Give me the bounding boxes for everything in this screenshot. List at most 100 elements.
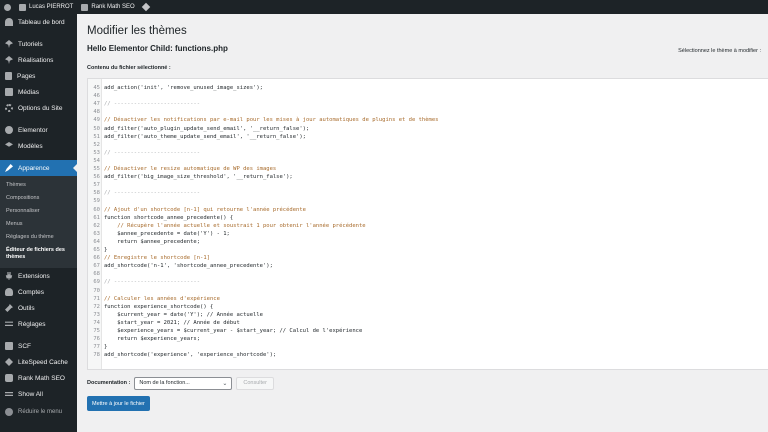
line-number: 65 bbox=[93, 247, 100, 253]
pages-icon bbox=[5, 72, 12, 80]
sidebar-item-label: Rank Math SEO bbox=[18, 374, 65, 382]
submenu-item[interactable]: Menus bbox=[0, 218, 77, 231]
elementor-icon bbox=[5, 126, 13, 134]
page-title: Modifier les thèmes bbox=[87, 25, 187, 37]
site-name-link[interactable]: Lucas PIERROT bbox=[15, 0, 77, 14]
rankmath-label: Rank Math SEO bbox=[91, 4, 135, 10]
code-text: // Désactiver le resize automatique de W… bbox=[104, 166, 277, 172]
code-editor[interactable]: 45 add_action('init', 'remove_unused_imag… bbox=[87, 78, 768, 370]
line-number: 46 bbox=[93, 93, 100, 100]
line-number: 67 bbox=[93, 263, 100, 270]
code-text: // -------------------------- bbox=[104, 101, 201, 108]
paintbrush-icon bbox=[5, 164, 13, 172]
wordpress-icon bbox=[4, 3, 11, 11]
sidebar-item-mod-les[interactable]: Modèles bbox=[0, 138, 77, 154]
admin-bar: Lucas PIERROT Rank Math SEO bbox=[0, 0, 768, 14]
code-text: $experience_years = $current_year - $sta… bbox=[104, 328, 363, 334]
chevron-down-icon: ⌄ bbox=[222, 380, 228, 387]
submenu-item[interactable]: Éditeur de fichiers des thèmes bbox=[0, 244, 77, 264]
main-content: Modifier les thèmes Hello Elementor Chil… bbox=[77, 14, 768, 432]
sidebar-item-label: Extensions bbox=[18, 272, 50, 280]
documentation-row: Documentation : Nom de la fonction... ⌄ … bbox=[87, 376, 274, 390]
sidebar-item-litespeed-cache[interactable]: LiteSpeed Cache bbox=[0, 354, 77, 370]
code-text: add_filter('auto_plugin_update_send_emai… bbox=[104, 125, 310, 132]
line-number: 50 bbox=[93, 125, 100, 132]
code-text: // Calculer les années d'expérience bbox=[104, 295, 220, 302]
sidebar-item-label: Tutoriels bbox=[18, 40, 43, 48]
line-number: 74 bbox=[93, 319, 100, 326]
line-number: 54 bbox=[93, 157, 100, 164]
sidebar-item-r-glages[interactable]: Réglages bbox=[0, 316, 77, 332]
rankmath-icon bbox=[5, 374, 13, 382]
line-number: 58 bbox=[93, 190, 100, 197]
settings-icon bbox=[5, 321, 13, 326]
media-icon bbox=[5, 88, 13, 96]
sidebar-item-rank-math-seo[interactable]: Rank Math SEO bbox=[0, 370, 77, 386]
code-text: $start_year = 2021; // Année de début bbox=[104, 319, 240, 326]
code-text: add_filter('auto_theme_update_send_email… bbox=[104, 133, 306, 140]
user-name: Lucas PIERROT bbox=[29, 4, 74, 10]
code-text: function shortcode_annee_precedente() { bbox=[104, 214, 234, 221]
submenu-item[interactable]: Réglages du thème bbox=[0, 231, 77, 244]
submenu-item[interactable]: Compositions bbox=[0, 192, 77, 205]
line-number: 66 bbox=[93, 255, 100, 262]
file-title: Hello Elementor Child: functions.php bbox=[87, 44, 228, 53]
sidebar-item-label: Tableau de bord bbox=[18, 18, 65, 26]
sidebar-item-m-dias[interactable]: Médias bbox=[0, 84, 77, 100]
line-number: 71 bbox=[93, 295, 100, 302]
wordpress-logo-button[interactable] bbox=[0, 0, 15, 14]
line-number: 57 bbox=[93, 182, 100, 189]
sidebar-item-elementor[interactable]: Elementor bbox=[0, 122, 77, 138]
line-number: 60 bbox=[93, 206, 100, 213]
line-number: 78 bbox=[93, 352, 100, 359]
litespeed-icon bbox=[5, 358, 13, 366]
rankmath-adminbar-link[interactable]: Rank Math SEO bbox=[77, 0, 138, 14]
sidebar-item-show-all[interactable]: Show All bbox=[0, 386, 77, 402]
line-number: 53 bbox=[93, 149, 100, 156]
line-number: 63 bbox=[93, 230, 100, 237]
line-number: 72 bbox=[93, 303, 100, 310]
lookup-button[interactable]: Consulter bbox=[236, 376, 274, 390]
code-text: // Désactiver les notifications par e-ma… bbox=[104, 117, 439, 124]
line-number: 61 bbox=[93, 214, 100, 221]
sidebar-item-pages[interactable]: Pages bbox=[0, 68, 77, 84]
sidebar-item-r-alisations[interactable]: Réalisations bbox=[0, 52, 77, 68]
code-text: function experience_shortcode() { bbox=[104, 303, 214, 310]
sidebar-item-label: Elementor bbox=[18, 126, 48, 134]
sidebar-item-options-du-site[interactable]: Options du Site bbox=[0, 100, 77, 116]
line-number: 59 bbox=[93, 198, 100, 205]
submenu-item[interactable]: Thèmes bbox=[0, 179, 77, 192]
sidebar-item-label: Réalisations bbox=[18, 56, 54, 64]
file-content-label: Contenu du fichier sélectionné : bbox=[87, 65, 171, 71]
code-text: // -------------------------- bbox=[104, 190, 201, 197]
sidebar-item-label: Outils bbox=[18, 304, 35, 312]
function-name-select[interactable]: Nom de la fonction... ⌄ bbox=[134, 376, 233, 390]
templates-icon bbox=[5, 142, 13, 147]
line-number: 55 bbox=[93, 166, 100, 172]
line-number: 77 bbox=[93, 344, 100, 351]
code-text: add_filter('big_image_size_threshold', '… bbox=[104, 174, 293, 181]
sidebar-item-tableau-de-bord[interactable]: Tableau de bord bbox=[0, 14, 77, 30]
sidebar-item-label: Comptes bbox=[18, 288, 45, 296]
pin-icon bbox=[5, 56, 13, 64]
list-icon bbox=[5, 392, 13, 396]
sidebar-item-tutoriels[interactable]: Tutoriels bbox=[0, 36, 77, 52]
line-number: 76 bbox=[93, 336, 100, 343]
collapse-label: Réduire le menu bbox=[18, 409, 63, 415]
diamond-menu-button[interactable] bbox=[139, 0, 153, 14]
line-number: 48 bbox=[93, 109, 100, 116]
code-text: // -------------------------- bbox=[104, 279, 201, 286]
plugins-icon bbox=[5, 272, 13, 280]
sidebar-item-extensions[interactable]: Extensions bbox=[0, 268, 77, 284]
sidebar-item-comptes[interactable]: Comptes bbox=[0, 284, 77, 300]
sidebar-item-outils[interactable]: Outils bbox=[0, 300, 77, 316]
sidebar-item-label: Show All bbox=[18, 390, 43, 398]
submenu-item[interactable]: Personnaliser bbox=[0, 205, 77, 218]
sidebar-item-label: Apparence bbox=[18, 164, 50, 172]
sidebar-item-label: Réglages bbox=[18, 320, 46, 328]
collapse-menu-button[interactable]: Réduire le menu bbox=[0, 404, 77, 420]
update-file-button[interactable]: Mettre à jour le fichier bbox=[87, 396, 150, 411]
sidebar-item-scf[interactable]: SCF bbox=[0, 338, 77, 354]
admin-sidebar: Tableau de bord Tutoriels Réalisations Pag… bbox=[0, 14, 77, 432]
sidebar-item-apparence[interactable]: Apparence bbox=[0, 160, 77, 176]
